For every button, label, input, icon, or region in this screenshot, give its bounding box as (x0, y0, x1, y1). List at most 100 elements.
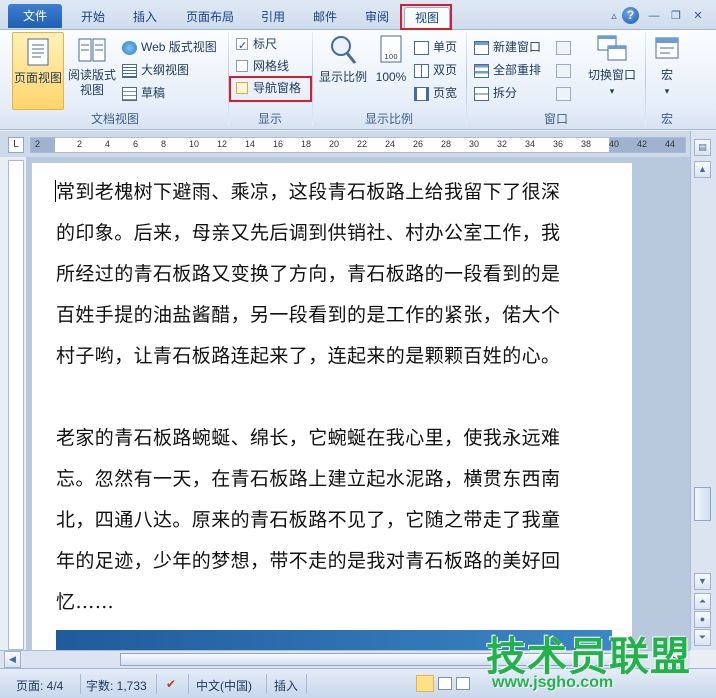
document-text-line[interactable]: 北，四通八达。原来的青石板路不见了，它随之带走了我童 (56, 505, 560, 532)
scroll-up-icon[interactable]: ▲ (694, 161, 711, 178)
page-view-label: 页面视图 (13, 71, 62, 85)
vertical-ruler[interactable] (8, 160, 24, 650)
tab-references[interactable]: 引用 (250, 7, 296, 29)
new-window-label: 新建窗口 (493, 40, 542, 54)
tab-file[interactable]: 文件 (8, 4, 62, 28)
help-icon[interactable]: ? (622, 7, 639, 24)
ribbon-tab-bar: 文件 开始 插入 页面布局 引用 邮件 审阅 视图 ▵ ? — ❐ ✕ (0, 0, 716, 30)
previous-page-icon[interactable]: ⏶ (694, 593, 711, 610)
new-window-icon (474, 40, 489, 55)
zoom-100-button[interactable]: 100 100% (372, 34, 410, 108)
ruler-number: 32 (497, 139, 508, 149)
arrange-all-button[interactable]: 全部重排 (474, 60, 541, 80)
tab-home[interactable]: 开始 (70, 7, 116, 29)
gridlines-label: 网格线 (253, 59, 290, 73)
vertical-scrollbar[interactable]: ▤ ▲ ▼ ⏶ ● ⏷ (690, 131, 716, 650)
zoom-button[interactable]: 显示比例 (318, 34, 368, 108)
proofing-icon[interactable]: ✔ (166, 677, 176, 691)
svg-text:100: 100 (384, 53, 397, 61)
macros-button[interactable]: 宏 ▾ (650, 34, 684, 108)
ruler-checkbox[interactable]: 标尺 (236, 34, 277, 56)
ruler-toggle-icon[interactable]: ▤ (694, 139, 711, 156)
document-area[interactable]: 常到老槐树下避雨、乘凉，这段青石板路上给我留下了很深 的印象。后来，母亲又先后调到… (26, 157, 690, 650)
ruler-number: 14 (245, 139, 256, 149)
document-text-line[interactable]: 的印象。后来，母亲又先后调到供销社、村办公室工作，我 (56, 218, 560, 245)
window-close-icon[interactable]: ✕ (690, 8, 706, 24)
vertical-scroll-thumb[interactable] (694, 487, 711, 521)
document-text-line[interactable]: 百姓手提的油盐酱醋，另一段看到的是工作的紧张，偌大个 (56, 300, 560, 327)
two-pages-label: 双页 (433, 63, 458, 77)
page-width-button[interactable]: 页宽 (414, 83, 457, 103)
group-label-window: 窗口 (543, 112, 568, 126)
side-by-side-icon (556, 40, 571, 55)
scroll-left-icon[interactable]: ◀ (4, 651, 21, 668)
reset-position-icon (556, 86, 571, 101)
document-page[interactable]: 常到老槐树下避雨、乘凉，这段青石板路上给我留下了很深 的印象。后来，母亲又先后调到… (32, 163, 632, 650)
window-minimize-icon[interactable]: — (646, 8, 662, 24)
scroll-down-icon[interactable]: ▼ (694, 573, 711, 590)
one-page-button[interactable]: 单页 (414, 37, 457, 57)
tab-mailings[interactable]: 邮件 (302, 7, 348, 29)
sync-scroll-icon (556, 63, 571, 78)
web-view-button[interactable]: Web 版式视图 (122, 37, 217, 57)
synchronous-scrolling-button[interactable] (556, 60, 575, 80)
group-label-show: 显示 (257, 112, 282, 126)
ruler-number: 40 (609, 139, 620, 149)
reading-view-label-2: 视图 (79, 83, 104, 97)
status-separator (266, 674, 267, 694)
document-text-line[interactable]: 忆…… (56, 587, 114, 614)
magnifier-icon (331, 36, 357, 64)
document-text-line[interactable]: 忘。忽然有一天，在青石板路上建立起水泥路，横贯东西南 (56, 464, 560, 491)
minimize-ribbon-icon[interactable]: ▵ (606, 8, 622, 24)
reading-view-label-1: 阅读版式 (67, 68, 116, 82)
page-view-button[interactable]: 页面视图 (12, 32, 64, 110)
outline-view-button[interactable]: 大纲视图 (122, 60, 189, 80)
group-label-document-views: 文档视图 (90, 112, 139, 126)
group-separator (645, 32, 646, 126)
page-width-icon (414, 86, 429, 101)
ruler-number: 34 (525, 139, 536, 149)
status-language[interactable]: 中文(中国) (196, 677, 252, 694)
reading-view-icon (78, 38, 106, 62)
window-restore-icon[interactable]: ❐ (668, 8, 684, 24)
status-page-count[interactable]: 页面: 4/4 (16, 677, 63, 694)
checkbox-checked-icon (236, 36, 248, 56)
status-word-count[interactable]: 字数: 1,733 (86, 677, 147, 694)
document-text-line[interactable]: 村子哟，让青石板路连起来了，连起来的是颗颗百姓的心。 (56, 341, 560, 368)
ruler-number: 16 (273, 139, 284, 149)
tab-page-layout[interactable]: 页面布局 (176, 7, 244, 29)
two-pages-button[interactable]: 双页 (414, 60, 457, 80)
web-layout-icon[interactable] (456, 677, 470, 690)
switch-windows-button[interactable]: 切换窗口 ▾ (582, 34, 642, 108)
arrange-all-icon (474, 63, 489, 78)
tab-review[interactable]: 审阅 (354, 7, 400, 29)
page-width-label: 页宽 (433, 86, 458, 100)
horizontal-ruler[interactable]: 2 2 4 6 8 10 12 14 16 18 20 22 24 26 28 30 32 34 36 38 40 42 4… (30, 137, 686, 153)
print-layout-view-icon[interactable] (416, 675, 434, 692)
switch-windows-label: 切换窗口 (587, 68, 636, 82)
ruler-number: 2 (77, 139, 83, 149)
split-label: 拆分 (493, 86, 518, 100)
chevron-down-icon: ▾ (664, 86, 670, 96)
gridlines-checkbox[interactable]: 网格线 (236, 56, 289, 76)
new-window-button[interactable]: 新建窗口 (474, 37, 541, 57)
arrange-all-label: 全部重排 (493, 63, 542, 77)
reset-window-position-button[interactable] (556, 83, 575, 103)
view-side-by-side-button[interactable] (556, 37, 575, 57)
watermark-url: www.jsgho.com (492, 674, 614, 691)
status-insert-mode[interactable]: 插入 (274, 677, 298, 694)
reading-view-button[interactable]: 阅读版式 视图 (66, 36, 118, 110)
document-text-line[interactable]: 年的足迹，少年的梦想，带不走的是我对青石板路的美好回 (56, 546, 560, 573)
status-separator (306, 674, 307, 694)
tab-selector-icon[interactable]: L (8, 137, 24, 153)
document-text-line[interactable]: 老家的青石板路蜿蜒、绵长，它蜿蜒在我心里，使我永远难 (56, 423, 560, 450)
draft-view-button[interactable]: 草稿 (122, 83, 165, 103)
highlight-box-navigation-pane (229, 76, 312, 102)
outline-icon (122, 63, 137, 78)
full-screen-reading-icon[interactable] (438, 677, 452, 690)
document-text-line[interactable]: 所经过的青石板路又变换了方向，青石板路的一段看到的是 (56, 259, 560, 286)
draft-icon (122, 86, 137, 101)
split-button[interactable]: 拆分 (474, 83, 517, 103)
document-text-line[interactable]: 常到老槐树下避雨、乘凉，这段青石板路上给我留下了很深 (56, 177, 560, 204)
tab-insert[interactable]: 插入 (122, 7, 168, 29)
